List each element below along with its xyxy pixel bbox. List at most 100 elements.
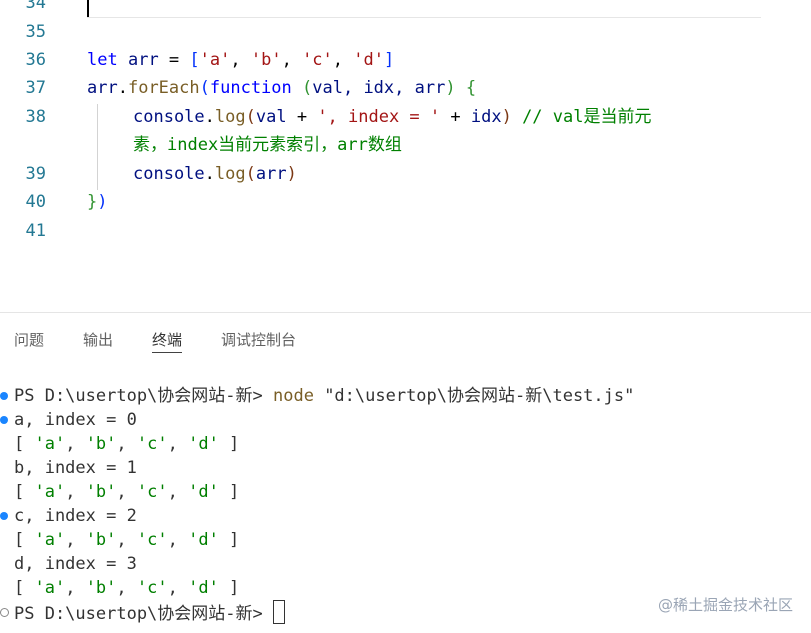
code-line-37: arr.forEach(function (val, idx, arr) { bbox=[87, 74, 476, 102]
terminal-text-token: ] bbox=[218, 434, 240, 454]
code-token: log bbox=[214, 107, 246, 127]
code-token: log bbox=[214, 164, 246, 184]
tab-debug-console[interactable]: 调试控制台 bbox=[221, 329, 296, 350]
terminal-string-token: 'b' bbox=[85, 434, 117, 454]
code-token: arr bbox=[255, 164, 287, 184]
line-number: 34 bbox=[25, 0, 46, 13]
terminal-text-token: ] bbox=[218, 482, 240, 502]
terminal-output-line: [ 'a', 'b', 'c', 'd' ] bbox=[14, 576, 239, 600]
terminal-prompt: PS D:\usertop\协会网站-新> bbox=[14, 604, 273, 624]
terminal-text-token: , bbox=[167, 434, 189, 454]
terminal-string-token: 'a' bbox=[34, 482, 66, 502]
terminal-array-output: [ 'a', 'b', 'c', 'd' ] bbox=[14, 434, 239, 454]
code-token: let bbox=[87, 50, 118, 70]
terminal-string-token: 'b' bbox=[85, 530, 117, 550]
tab-terminal[interactable]: 终端 bbox=[152, 329, 183, 353]
code-token: . bbox=[204, 164, 215, 184]
code-line-36: let arr = ['a', 'b', 'c', 'd'] bbox=[87, 46, 394, 74]
code-token: [ bbox=[189, 50, 200, 70]
terminal-string-token: 'd' bbox=[188, 434, 219, 454]
code-token: console bbox=[133, 107, 205, 127]
terminal-string-token: 'a' bbox=[34, 578, 66, 598]
code-line-38: console.log(val + ', index = ' + idx) //… bbox=[133, 103, 651, 131]
terminal-string-token: 'b' bbox=[85, 482, 117, 502]
code-token: arr bbox=[87, 78, 118, 98]
terminal-text-token: ] bbox=[218, 530, 240, 550]
watermark: @稀土掘金技术社区 bbox=[657, 596, 793, 614]
terminal-string-token: 'c' bbox=[136, 482, 168, 502]
code-token: ) bbox=[445, 78, 456, 98]
terminal-text-token: ] bbox=[218, 578, 240, 598]
terminal-output-line: [ 'a', 'b', 'c', 'd' ] bbox=[14, 480, 239, 504]
code-token: idx bbox=[470, 107, 502, 127]
code-token: function bbox=[209, 78, 292, 98]
terminal-string-token: 'a' bbox=[34, 434, 66, 454]
terminal-text-token: , bbox=[116, 578, 137, 598]
code-token: } bbox=[87, 192, 98, 212]
output-marker-dot[interactable] bbox=[0, 416, 8, 424]
code-token: ( bbox=[199, 78, 210, 98]
code-token: ', index = ' bbox=[317, 107, 441, 127]
indent-guide bbox=[97, 104, 98, 190]
code-token: ) bbox=[286, 164, 297, 184]
code-token: arr bbox=[127, 50, 159, 70]
code-token: ) bbox=[97, 192, 108, 212]
terminal-text-token: , bbox=[65, 434, 86, 454]
code-comment: // val是当前元 bbox=[511, 107, 652, 127]
tab-output[interactable]: 输出 bbox=[83, 329, 113, 350]
code-token: + bbox=[440, 107, 471, 127]
line-number: 35 bbox=[25, 22, 46, 42]
terminal-text-token: , bbox=[167, 530, 189, 550]
bottom-panel: 问题 输出 终端 调试控制台 PS D:\usertop\协会网站-新> nod… bbox=[0, 312, 811, 633]
terminal-string-token: 'd' bbox=[188, 530, 219, 550]
terminal-string-token: 'a' bbox=[34, 530, 66, 550]
code-token: ( bbox=[245, 164, 256, 184]
code-token: ] bbox=[383, 50, 395, 70]
code-token: 'a' bbox=[199, 50, 231, 70]
text-cursor bbox=[87, 0, 89, 17]
code-token: + bbox=[286, 107, 318, 127]
terminal-command-line: PS D:\usertop\协会网站-新> node "d:\usertop\协… bbox=[14, 384, 634, 408]
code-token: console bbox=[133, 164, 205, 184]
terminal-text-token: , bbox=[65, 482, 86, 502]
terminal-prompt: PS D:\usertop\协会网站-新> bbox=[14, 386, 273, 406]
terminal-command-arg: "d:\usertop\协会网站-新\test.js" bbox=[313, 386, 635, 406]
line-number: 37 bbox=[25, 78, 46, 98]
line-number: 36 bbox=[25, 50, 46, 70]
terminal-cursor bbox=[273, 600, 285, 624]
terminal-text-token: [ bbox=[14, 530, 35, 550]
terminal-output-line: a, index = 0 bbox=[14, 410, 137, 430]
code-token: 'd' bbox=[353, 50, 384, 70]
terminal-text-token: , bbox=[116, 530, 137, 550]
terminal-text-token: [ bbox=[14, 578, 35, 598]
command-success-dot[interactable] bbox=[0, 392, 8, 400]
terminal-string-token: 'd' bbox=[188, 482, 219, 502]
code-token: forEach bbox=[127, 78, 200, 98]
code-token: val bbox=[255, 107, 287, 127]
code-token: 'c' bbox=[302, 50, 333, 70]
code-token: ( bbox=[245, 107, 256, 127]
code-token: , bbox=[332, 50, 354, 70]
terminal-text-token: [ bbox=[14, 434, 35, 454]
terminal-array-output: [ 'a', 'b', 'c', 'd' ] bbox=[14, 530, 239, 550]
output-marker-dot[interactable] bbox=[0, 512, 8, 520]
code-token: ) bbox=[501, 107, 512, 127]
terminal-array-output: [ 'a', 'b', 'c', 'd' ] bbox=[14, 578, 239, 598]
code-token: = bbox=[158, 50, 190, 70]
idle-prompt-dot[interactable] bbox=[0, 608, 9, 617]
terminal-string-token: 'c' bbox=[136, 578, 168, 598]
code-editor[interactable]: 34 35 36 37 38 39 40 41 let arr = ['a', … bbox=[0, 0, 811, 312]
tab-terminal-label: 终端 bbox=[152, 331, 183, 349]
code-token: , bbox=[281, 50, 303, 70]
line-number: 41 bbox=[25, 221, 46, 241]
terminal-output-line: d, index = 3 bbox=[14, 554, 137, 574]
tab-problems[interactable]: 问题 bbox=[14, 329, 44, 350]
terminal-text-token: [ bbox=[14, 482, 35, 502]
terminal-prompt-line: PS D:\usertop\协会网站-新> bbox=[14, 600, 285, 626]
terminal-text-token: , bbox=[167, 482, 189, 502]
terminal-output-line: [ 'a', 'b', 'c', 'd' ] bbox=[14, 432, 239, 456]
line-number: 38 bbox=[25, 107, 46, 127]
code-line-39: console.log(arr) bbox=[133, 160, 297, 188]
terminal-string-token: 'c' bbox=[136, 530, 168, 550]
